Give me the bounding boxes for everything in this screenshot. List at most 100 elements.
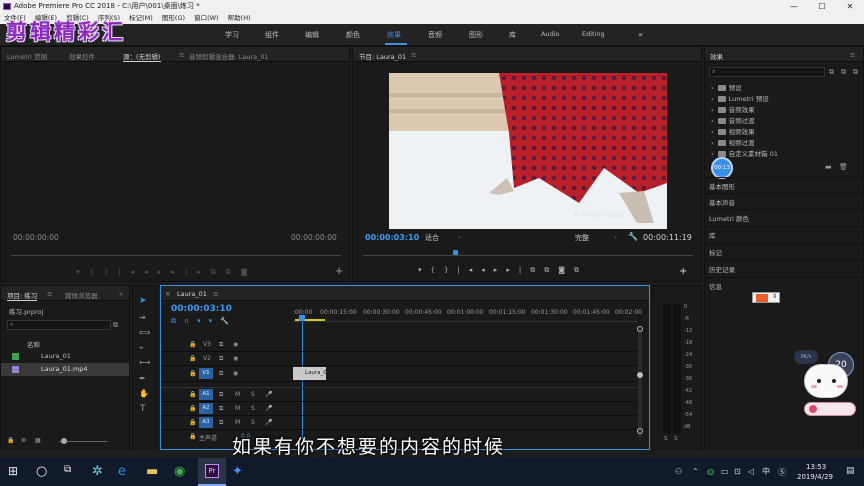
audio-track-a3[interactable]: 🔒 A3 ⧉ M S 🎤 [161, 416, 636, 430]
timeline-tool-toggles[interactable]: ⧉∩▾▾🔧 [171, 317, 266, 326]
quality-dropdown-chevron-icon[interactable]: ⌄ [613, 233, 618, 240]
track-target-label[interactable]: V1 [199, 368, 213, 379]
tab-lumetri-scopes[interactable]: Lumetri 范围 [7, 51, 47, 61]
effects-search-input[interactable]: ⌕ [709, 67, 825, 77]
list-view-icon[interactable]: ≣ [21, 437, 26, 444]
track-lock-icon[interactable]: 🔒 [189, 405, 196, 412]
tab-program[interactable]: 节目: Laura_01 [359, 51, 406, 61]
project-tab-menu-icon[interactable]: ≡ [47, 290, 52, 298]
workspace-effects[interactable]: 效果 [387, 30, 401, 40]
menu-marker[interactable]: 标记(M) [129, 14, 153, 22]
workspace-color[interactable]: 颜色 [346, 30, 360, 40]
pen-tool-icon[interactable]: ✒ [139, 374, 146, 383]
browser-ie-icon[interactable]: e [118, 464, 126, 479]
program-timecode[interactable]: 00:00:03:10 [365, 233, 419, 242]
effects-item-audio-effects[interactable]: › 音频效果 [711, 104, 755, 114]
effects-item-video-transitions[interactable]: › 视频过渡 [711, 137, 755, 147]
taskbar-premiere-active[interactable]: Pr [198, 458, 226, 486]
hand-tool-icon[interactable]: ✋ [139, 389, 149, 398]
mute-button[interactable]: M [235, 419, 240, 426]
menu-help[interactable]: 帮助(H) [228, 14, 251, 22]
track-lock-icon[interactable]: 🔒 [189, 419, 196, 426]
timeline-clip[interactable]: Laura_0 [293, 367, 327, 380]
menu-window[interactable]: 窗口(W) [194, 14, 219, 22]
sogou-tray-icon[interactable]: Ⓢ [778, 467, 786, 478]
panel-essential-sound[interactable]: 基本声音 [709, 197, 735, 207]
sync-lock-icon[interactable]: ⧉ [219, 341, 223, 349]
task-view-icon[interactable]: ⧉ [64, 464, 71, 475]
tab-sequence[interactable]: Laura_01 [177, 290, 207, 298]
accelerated-effects-icon[interactable]: ⧉ [829, 68, 834, 77]
panel-info[interactable]: 信息 [709, 281, 722, 291]
panel-history[interactable]: 历史记录 [709, 264, 735, 274]
app-icon-feather[interactable]: ✦ [232, 464, 243, 479]
source-tab-menu-icon[interactable]: ≡ [179, 51, 184, 59]
timeline-timecode[interactable]: 00:00:03:10 [171, 304, 232, 314]
project-item-sequence[interactable]: Laura_01 [1, 350, 129, 363]
sync-lock-icon[interactable]: ⧉ [219, 419, 223, 427]
meter-solo-right[interactable]: S [674, 436, 678, 442]
search-icon[interactable]: ○ [36, 464, 47, 479]
clock-time[interactable]: 13:53 [806, 463, 826, 471]
widget-toolbar[interactable] [804, 402, 856, 416]
start-windows-icon[interactable]: ⊞ [8, 464, 18, 478]
notification-icon[interactable]: ▤ [846, 466, 855, 476]
panel-essential-graphics[interactable]: 基本图形 [709, 181, 735, 191]
track-eye-icon[interactable]: ◉ [233, 355, 238, 362]
source-add-button[interactable]: + [335, 266, 343, 277]
tab-source[interactable]: 源：(无剪辑) [123, 51, 161, 62]
sync-lock-icon[interactable]: ⧉ [219, 355, 223, 363]
scrollbar-handle[interactable] [637, 372, 643, 378]
menu-graphics[interactable]: 图形(G) [162, 14, 185, 22]
volume-icon[interactable]: ◁ [748, 467, 754, 476]
sync-lock-icon[interactable]: ⧉ [219, 405, 223, 413]
tab-media-browser[interactable]: 媒体浏览器 [65, 290, 98, 300]
effects-item-lumetri-presets[interactable]: › Lumetri 预设 [711, 93, 769, 103]
source-scrub-bar[interactable] [11, 255, 341, 256]
solo-button[interactable]: S [251, 391, 255, 398]
new-custom-bin-icon[interactable]: ▬ [825, 163, 832, 171]
people-icon[interactable]: ⚇ [675, 467, 682, 476]
icon-view-icon[interactable]: ▦ [35, 437, 41, 444]
workspace-editing-en[interactable]: Editing [582, 30, 605, 38]
workspace-overflow-icon[interactable]: » [638, 30, 643, 39]
yuv-effects-icon[interactable]: ⧉ [853, 68, 858, 77]
track-lock-icon[interactable]: 🔒 [189, 433, 196, 440]
effects-item-audio-transitions[interactable]: › 音频过渡 [711, 115, 755, 125]
solo-button[interactable]: S [251, 405, 255, 412]
delete-item-icon[interactable]: 🗑 [839, 163, 848, 171]
workspace-libraries[interactable]: 库 [509, 30, 516, 40]
workspace-audio-cn[interactable]: 音频 [428, 30, 442, 40]
video-track-v3[interactable]: 🔒 V3 ⧉ ◉ [161, 338, 636, 352]
selection-tool-icon[interactable]: ➤ [139, 296, 147, 306]
clock-date[interactable]: 2019/4/29 [797, 473, 833, 481]
timeline-vertical-scrollbar[interactable] [638, 328, 642, 438]
workspace-graphics[interactable]: 图形 [469, 30, 483, 40]
tab-effect-controls[interactable]: 效果控件 [69, 51, 95, 61]
network-icon[interactable]: ⊡ [734, 467, 741, 476]
voiceover-mic-icon[interactable]: 🎤 [265, 391, 272, 398]
mute-button[interactable]: M [235, 405, 240, 412]
voiceover-mic-icon[interactable]: 🎤 [265, 405, 272, 412]
effects-panel-menu-icon[interactable]: ≡ [850, 51, 855, 59]
slip-tool-icon[interactable]: ⟷ [139, 358, 150, 367]
browser-360-icon[interactable]: ◉ [174, 464, 185, 479]
workspace-assembly[interactable]: 组件 [265, 30, 279, 40]
file-explorer-icon[interactable]: ▬ [146, 464, 158, 479]
timeline-tab-menu-icon[interactable]: ≡ [213, 290, 218, 298]
close-button[interactable]: ✕ [836, 0, 864, 13]
fit-dropdown-chevron-icon[interactable]: ⌄ [457, 233, 462, 240]
razor-tool-icon[interactable]: ⌁ [139, 343, 144, 352]
program-playhead[interactable] [453, 250, 458, 255]
maximize-button[interactable]: ☐ [808, 0, 836, 13]
track-lock-icon[interactable]: 🔒 [189, 370, 196, 377]
program-add-button[interactable]: + [679, 266, 687, 277]
track-eye-icon[interactable]: ◉ [233, 370, 238, 377]
tab-project[interactable]: 项目: 练习 [7, 290, 38, 301]
type-tool-icon[interactable]: T [140, 404, 146, 414]
panel-lumetri-color[interactable]: Lumetri 颜色 [709, 213, 749, 223]
ime-dropdown-icon[interactable]: ⇕ [772, 293, 777, 300]
settings-wrench-icon[interactable]: 🔧 [628, 232, 638, 241]
column-name-header[interactable]: 名称 [27, 339, 40, 349]
workspace-editing[interactable]: 编辑 [305, 30, 319, 40]
